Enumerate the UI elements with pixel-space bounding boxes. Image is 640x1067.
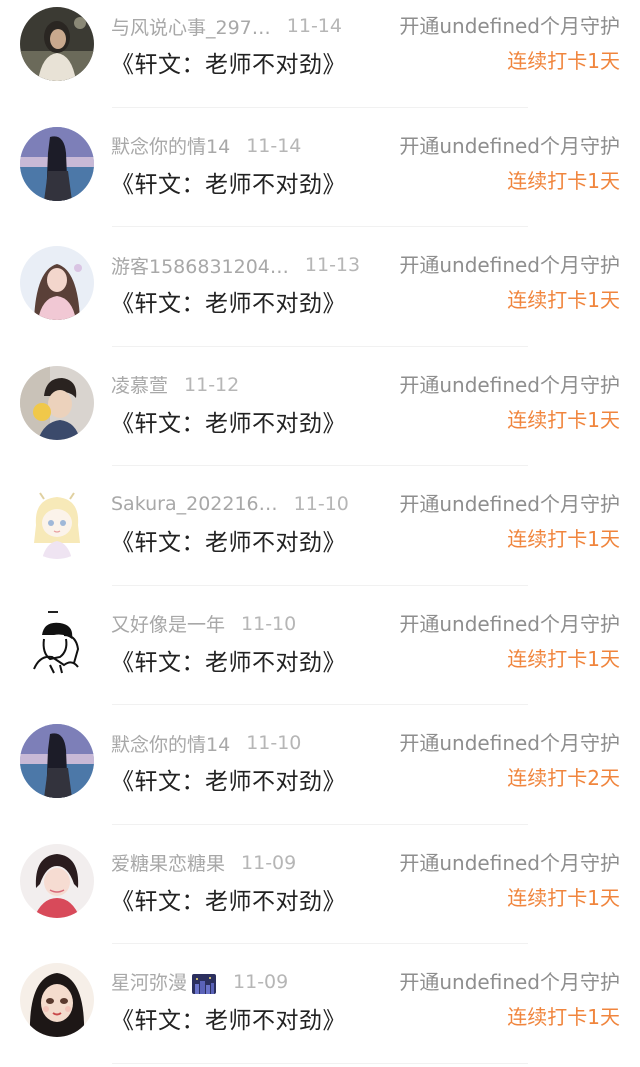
girl-seaside-avatar[interactable]: [20, 126, 94, 201]
boy-portrait-avatar[interactable]: [20, 365, 94, 440]
list-item[interactable]: 默念你的情14 11-14 《轩文：老师不对劲》 开通undefined个月守护…: [0, 108, 640, 227]
record-date: 11-12: [184, 373, 240, 396]
guard-action-text: 开通undefined个月守护: [399, 492, 620, 516]
illustrated-girl-avatar[interactable]: [20, 963, 94, 1037]
user-name[interactable]: 星河弥漫: [111, 968, 217, 996]
girl-dark-portrait-avatar[interactable]: [20, 7, 94, 81]
streak-text: 连续打卡1天: [507, 407, 620, 432]
work-title[interactable]: 《轩文：老师不对劲》: [111, 523, 346, 557]
user-name[interactable]: Sakura_202216…: [111, 493, 278, 515]
list-item[interactable]: 星河弥漫 11-09 《轩文：老师不对劲》 开通undefined个月守护 连续…: [0, 944, 640, 1064]
guard-action-text: 开通undefined个月守护: [399, 133, 620, 158]
guard-action-text: 开通undefined个月守护: [399, 611, 620, 636]
row-meta: 默念你的情14 11-10: [111, 727, 301, 759]
streak-text: 连续打卡1天: [507, 646, 620, 671]
work-title[interactable]: 《轩文：老师不对劲》: [111, 404, 346, 438]
girl-seaside-avatar[interactable]: [20, 724, 94, 798]
row-meta: Sakura_202216… 11-10: [111, 488, 349, 520]
record-date: 11-10: [246, 732, 302, 754]
guard-record-list: 与风说心事_297… 11-14 《轩文：老师不对劲》 开通undefined个…: [0, 0, 640, 1064]
list-item[interactable]: 与风说心事_297… 11-14 《轩文：老师不对劲》 开通undefined个…: [0, 0, 640, 108]
row-meta: 游客1586831204… 11-13: [111, 249, 360, 281]
work-title[interactable]: 《轩文：老师不对劲》: [111, 165, 346, 199]
record-date: 11-10: [293, 493, 349, 515]
streak-text: 连续打卡1天: [507, 288, 620, 312]
night-city-emoji-icon: [191, 972, 217, 996]
user-name[interactable]: 与风说心事_297…: [111, 13, 271, 40]
list-item[interactable]: 游客1586831204… 11-13 《轩文：老师不对劲》 开通undefin…: [0, 227, 640, 347]
record-date: 11-14: [286, 15, 342, 37]
streak-text: 连续打卡1天: [507, 49, 620, 73]
list-item[interactable]: 凌慕萱 11-12 《轩文：老师不对劲》 开通undefined个月守护 连续打…: [0, 347, 640, 466]
guard-action-text: 开通undefined个月守护: [399, 970, 620, 994]
row-meta: 星河弥漫 11-09: [111, 966, 288, 998]
guard-action-text: 开通undefined个月守护: [399, 372, 620, 397]
guard-action-text: 开通undefined个月守护: [399, 731, 620, 755]
record-date: 11-13: [304, 254, 361, 276]
user-name[interactable]: 凌慕萱: [111, 371, 168, 398]
work-title[interactable]: 《轩文：老师不对劲》: [111, 45, 346, 79]
user-name[interactable]: 默念你的情14: [111, 132, 230, 159]
record-date: 11-09: [233, 971, 289, 993]
girl-pink-photo-avatar[interactable]: [20, 246, 94, 320]
list-item[interactable]: 默念你的情14 11-10 《轩文：老师不对劲》 开通undefined个月守护…: [0, 705, 640, 825]
row-meta: 又好像是一年 11-10: [111, 608, 296, 640]
work-title[interactable]: 《轩文：老师不对劲》: [111, 643, 346, 677]
record-date: 11-09: [241, 851, 297, 874]
girl-red-hair-avatar[interactable]: [20, 843, 94, 918]
streak-text: 连续打卡2天: [507, 766, 620, 790]
streak-text: 连续打卡1天: [507, 885, 620, 910]
record-date: 11-10: [241, 612, 297, 635]
list-item[interactable]: Sakura_202216… 11-10 《轩文：老师不对劲》 开通undefi…: [0, 466, 640, 586]
guard-action-text: 开通undefined个月守护: [399, 850, 620, 875]
work-title[interactable]: 《轩文：老师不对劲》: [111, 882, 346, 916]
list-item[interactable]: 爱糖果恋糖果 11-09 《轩文：老师不对劲》 开通undefined个月守护 …: [0, 825, 640, 944]
user-name[interactable]: 游客1586831204…: [111, 252, 289, 279]
anime-girl-sketch-avatar[interactable]: [20, 485, 94, 559]
user-name[interactable]: 又好像是一年: [111, 610, 225, 637]
divider: [112, 1062, 528, 1064]
streak-text: 连续打卡1天: [507, 527, 620, 551]
user-name[interactable]: 默念你的情14: [111, 730, 230, 757]
row-meta: 与风说心事_297… 11-14: [111, 10, 342, 42]
record-date: 11-14: [246, 134, 302, 157]
streak-text: 连续打卡1天: [507, 1005, 620, 1029]
couple-line-art-avatar[interactable]: [20, 604, 94, 679]
guard-action-text: 开通undefined个月守护: [399, 14, 620, 38]
streak-text: 连续打卡1天: [507, 168, 620, 193]
user-name-text: 星河弥漫: [111, 972, 188, 995]
work-title[interactable]: 《轩文：老师不对劲》: [111, 1001, 346, 1035]
user-name[interactable]: 爱糖果恋糖果: [111, 849, 225, 876]
list-item[interactable]: 又好像是一年 11-10 《轩文：老师不对劲》 开通undefined个月守护 …: [0, 586, 640, 705]
row-meta: 爱糖果恋糖果 11-09: [111, 847, 296, 879]
work-title[interactable]: 《轩文：老师不对劲》: [111, 284, 346, 318]
row-meta: 凌慕萱 11-12: [111, 369, 239, 401]
guard-action-text: 开通undefined个月守护: [399, 253, 620, 277]
work-title[interactable]: 《轩文：老师不对劲》: [111, 762, 346, 796]
row-meta: 默念你的情14 11-14: [111, 130, 301, 162]
